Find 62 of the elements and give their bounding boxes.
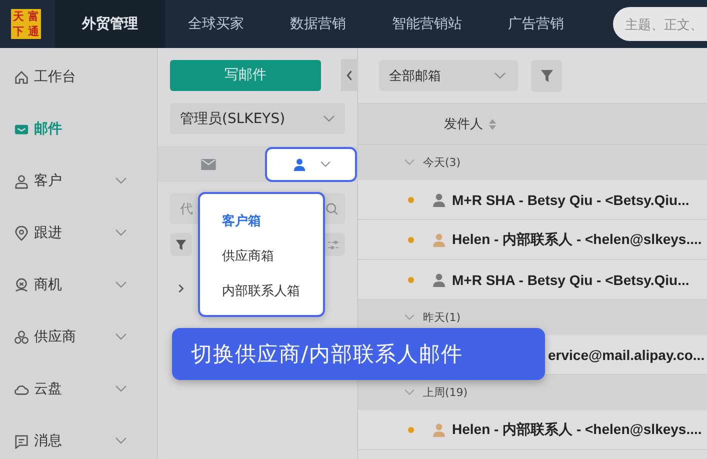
filter-icon	[540, 68, 554, 82]
menu-item-icon	[14, 226, 29, 240]
chevron-down-icon	[115, 281, 127, 289]
filter-button[interactable]	[531, 60, 562, 92]
mailbox-dropdown[interactable]: 全部邮箱	[379, 60, 518, 91]
sender-text[interactable]: Helen - 内部联系人 - <helen@slkeys....	[452, 420, 702, 438]
logo-character: 下	[12, 24, 25, 39]
logo-character: 富	[27, 9, 40, 24]
sidebar-item[interactable]: 供应商	[0, 311, 157, 363]
mail-icon[interactable]	[201, 158, 216, 170]
menu-item-icon	[14, 330, 29, 344]
nav-tab[interactable]: 广告营销	[485, 0, 587, 48]
sidebar-item[interactable]: 客户	[0, 155, 157, 207]
menu-item-icon	[14, 434, 29, 448]
chevron-down-icon	[115, 229, 127, 237]
account-dropdown[interactable]: 管理员(SLKEYS)	[170, 103, 345, 134]
chevron-down-icon	[494, 72, 506, 80]
sender-text[interactable]: M+R SHA - Betsy Qiu - <Betsy.Qiu...	[452, 272, 690, 288]
nav-tab[interactable]: 数据营销	[267, 0, 369, 48]
menu-item[interactable]: 供应商箱	[200, 239, 323, 274]
group-label: 今天(3)	[423, 155, 461, 170]
chevron-left-icon	[346, 70, 353, 80]
search-icon[interactable]	[325, 202, 339, 216]
column-header[interactable]: 发件人	[444, 115, 483, 133]
chevron-down-icon	[115, 177, 127, 185]
logo-character: 通	[27, 24, 40, 39]
collapse-chevron-icon[interactable]	[404, 314, 415, 321]
group-label: 上周(19)	[423, 385, 468, 400]
logo-character: 天	[12, 9, 25, 24]
sidebar-item[interactable]: 消息	[0, 415, 157, 459]
nav-tab[interactable]: 全球买家	[165, 0, 267, 48]
chevron-down-icon	[115, 385, 127, 393]
sidebar-item[interactable]: 云盘	[0, 363, 157, 415]
group-label: 昨天(1)	[423, 310, 461, 325]
menu-item-icon	[14, 278, 29, 292]
collapse-button[interactable]	[341, 59, 357, 91]
menu-item-icon	[14, 174, 29, 188]
chevron-down-icon	[115, 437, 127, 445]
search-field[interactable]: 主题、正文、	[613, 7, 707, 41]
settings-button[interactable]	[323, 233, 345, 256]
sender-text[interactable]: Helen - 内部联系人 - <helen@slkeys....	[452, 230, 702, 248]
person-icon	[293, 158, 306, 170]
chevron-down-icon	[323, 114, 335, 122]
sender-text[interactable]: ervice@mail.alipay.co...	[548, 346, 705, 362]
nav-tab[interactable]: 外贸管理	[55, 0, 165, 48]
menu-item-icon	[14, 70, 29, 84]
chevron-down-icon	[320, 160, 331, 168]
filter-icon	[175, 238, 187, 250]
sender-text[interactable]: M+R SHA - Betsy Qiu - <Betsy.Qiu...	[452, 192, 690, 208]
nav-tab[interactable]: 智能营销站	[369, 0, 485, 48]
menu-item[interactable]: 内部联系人箱	[200, 274, 323, 309]
collapse-chevron-icon[interactable]	[404, 159, 415, 166]
chevron-down-icon	[115, 333, 127, 341]
hint-tooltip: 切换供应商/内部联系人邮件	[172, 328, 545, 380]
menu-item[interactable]: 客户箱	[200, 204, 323, 239]
sidebar-item[interactable]: 商机	[0, 259, 157, 311]
collapse-chevron-icon[interactable]	[404, 389, 415, 396]
sort-icon[interactable]	[488, 118, 497, 130]
filter-button[interactable]	[170, 233, 192, 256]
mailbox-type-dropdown[interactable]	[265, 146, 357, 182]
sidebar-item[interactable]: 工作台	[0, 51, 157, 103]
sidebar-item[interactable]: 跟进	[0, 207, 157, 259]
